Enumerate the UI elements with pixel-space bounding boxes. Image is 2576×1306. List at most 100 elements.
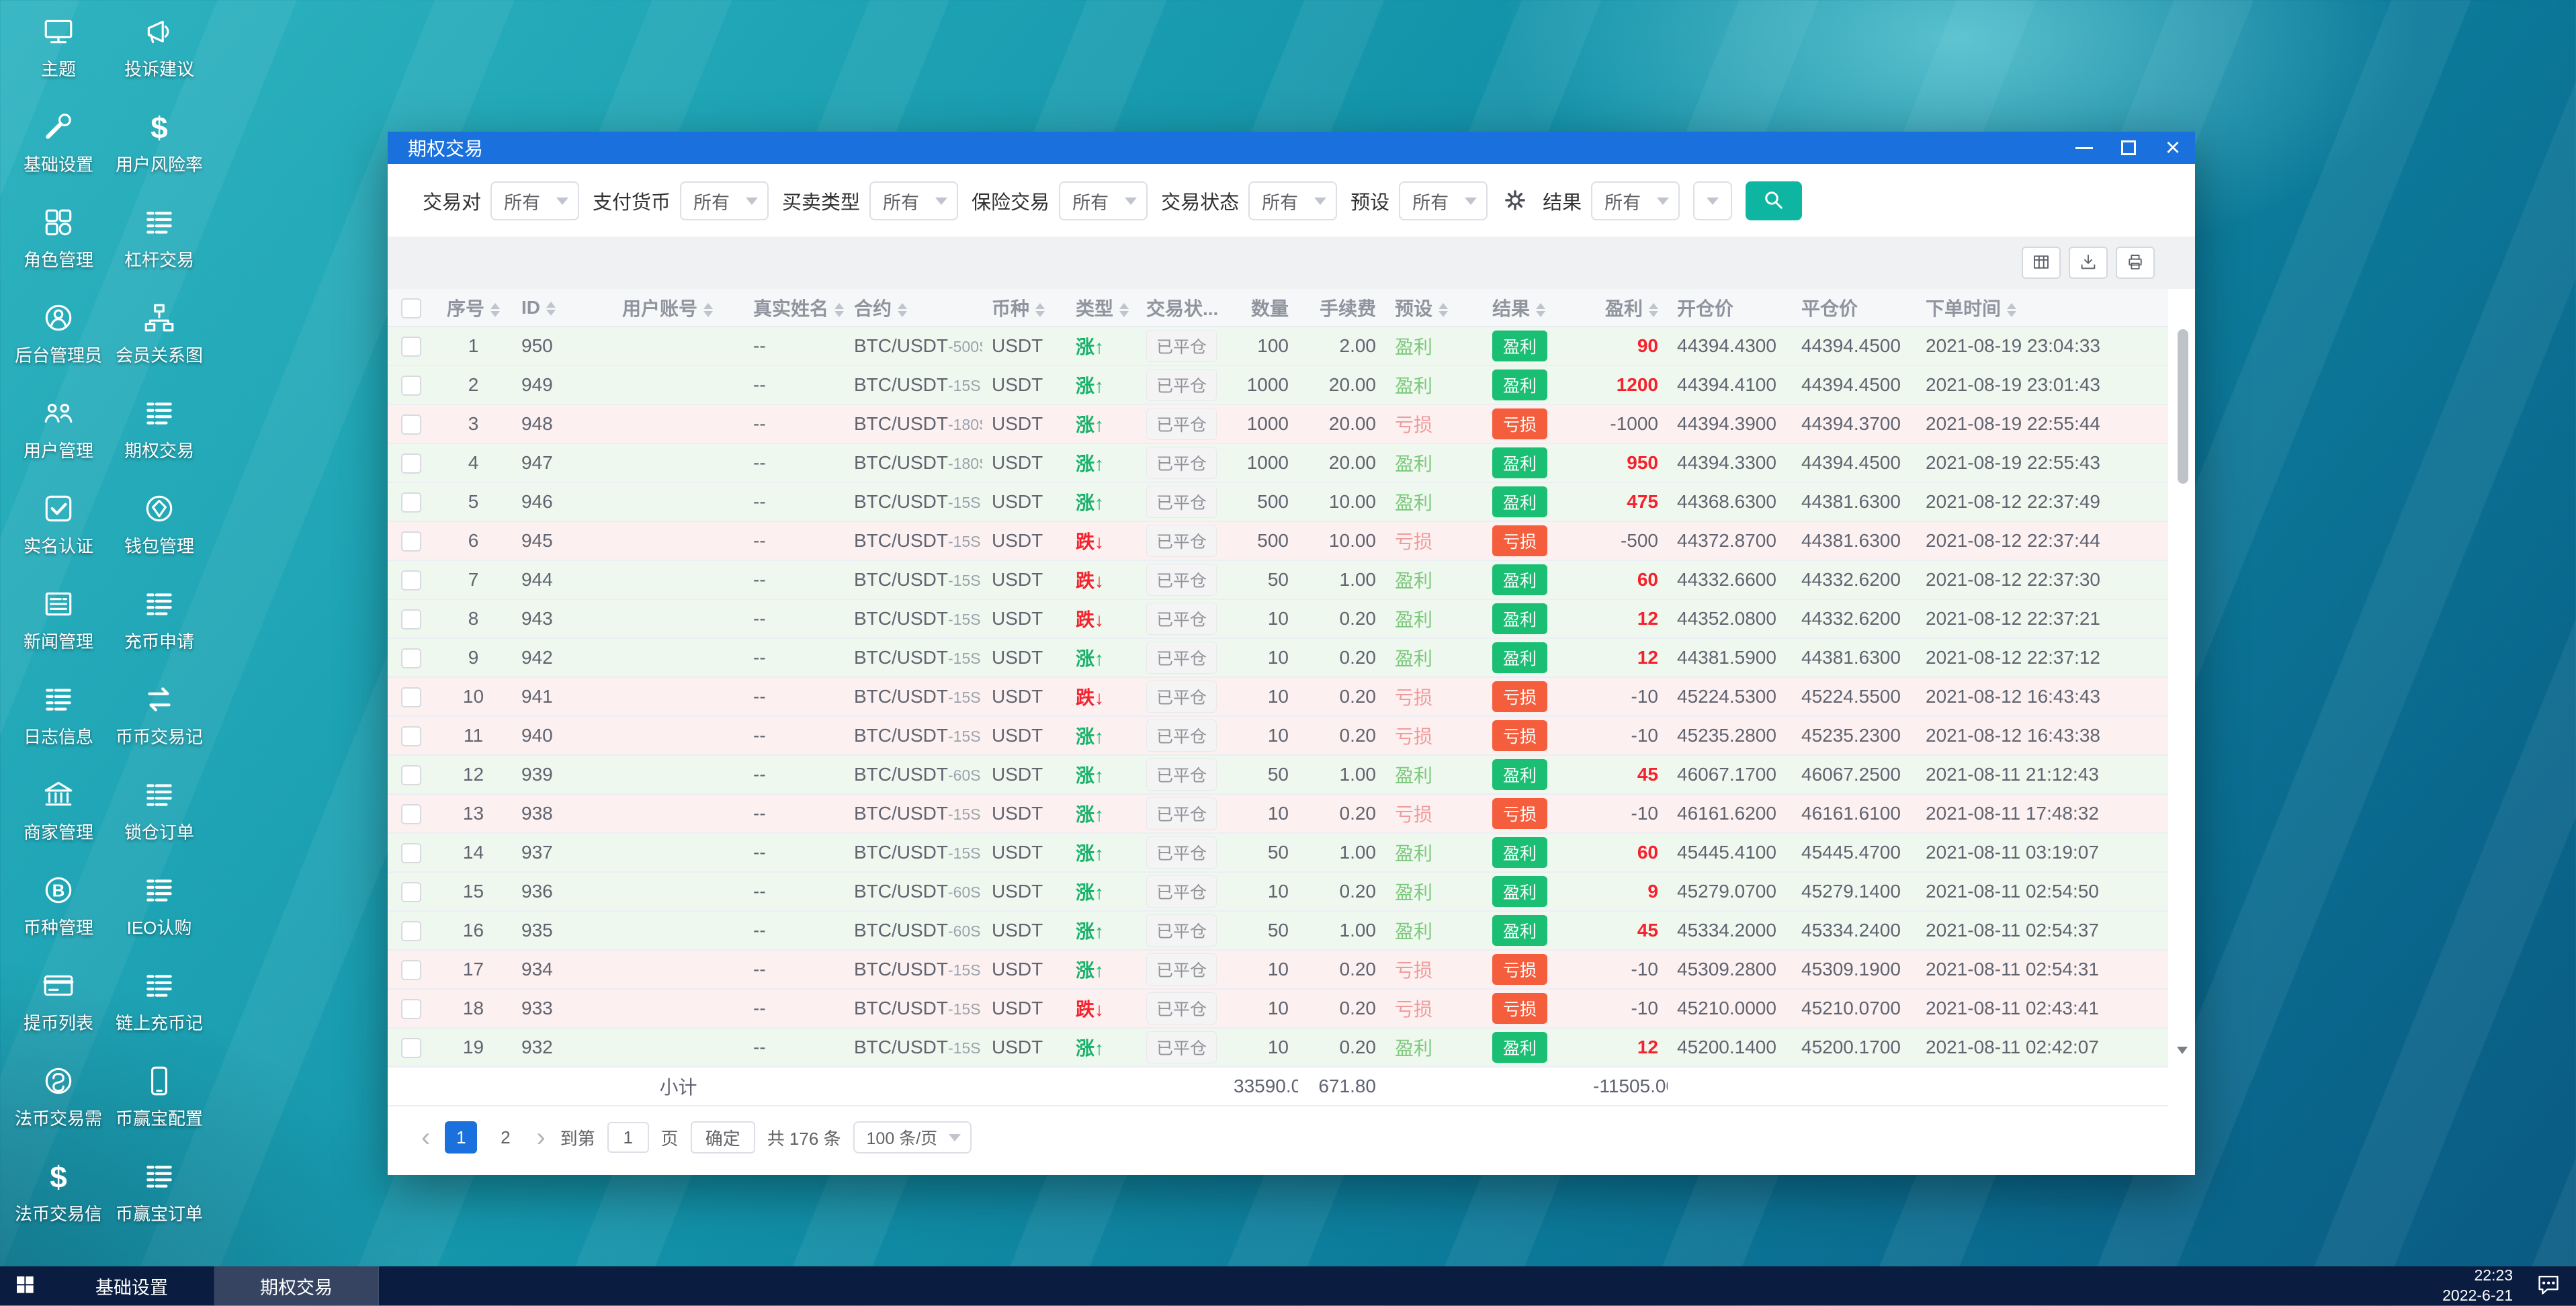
filter-select-insurance[interactable]: 所有 [1059, 181, 1148, 220]
close-button[interactable]: × [2151, 132, 2195, 164]
desktop-shortcut[interactable]: 期权交易 [109, 395, 210, 490]
row-checkbox[interactable] [401, 376, 421, 396]
filter-settings-button[interactable] [1501, 186, 1529, 216]
row-checkbox[interactable] [401, 453, 421, 474]
chat-button[interactable] [2536, 1272, 2561, 1301]
sort-icon[interactable] [1119, 302, 1129, 317]
desktop-shortcut[interactable]: 日志信息 [8, 681, 109, 777]
row-checkbox[interactable] [401, 843, 421, 864]
confirm-button[interactable]: 确定 [690, 1121, 755, 1153]
table-row[interactable]: 10 941 -- BTC/USDT-15S USDT 跌↓ 已平仓 10 0.20 亏损 亏损 -1… [388, 677, 2168, 717]
desktop-shortcut[interactable]: 锁仓订单 [109, 777, 210, 872]
minimize-button[interactable] [2062, 132, 2106, 164]
table-row[interactable]: 1950--BTC/USDT-500SUSDT涨↑已平仓1002.00盈利盈利9… [388, 326, 2168, 366]
sort-icon[interactable] [1536, 302, 1546, 317]
goto-page-input[interactable] [607, 1122, 649, 1153]
row-checkbox[interactable] [401, 415, 421, 435]
column-header-currency[interactable]: 币种 [982, 289, 1066, 327]
filter-select-pay-currency[interactable]: 所有 [680, 181, 769, 220]
sort-icon[interactable] [1035, 302, 1045, 317]
row-checkbox[interactable] [401, 804, 421, 825]
row-checkbox[interactable] [401, 609, 421, 630]
column-header-amount[interactable]: 数量 [1224, 289, 1298, 327]
scrollbar-thumb[interactable] [2178, 329, 2188, 484]
filter-select-preset[interactable]: 所有 [1399, 181, 1488, 220]
sort-icon[interactable] [834, 302, 845, 317]
desktop-shortcut[interactable]: 提币列表 [8, 967, 109, 1063]
desktop-shortcut[interactable]: 杠杆交易 [109, 204, 210, 300]
row-checkbox[interactable] [401, 921, 421, 942]
desktop-shortcut[interactable]: B 币种管理 [8, 872, 109, 967]
desktop-shortcut[interactable]: 商家管理 [8, 777, 109, 872]
table-row[interactable]: 4947--BTC/USDT-180SUSDT涨↑已平仓100020.00盈利盈… [388, 443, 2168, 483]
column-header-preset[interactable]: 预设 [1385, 289, 1483, 327]
sort-icon[interactable] [1649, 302, 1658, 317]
prev-page-button[interactable]: ‹ [419, 1124, 433, 1151]
table-row[interactable]: 11 940 -- BTC/USDT-15S USDT 涨↑ 已平仓 10 0.20 亏损 亏损 -1… [388, 716, 2168, 756]
column-header-seq[interactable]: 序号 [435, 289, 512, 327]
sort-icon[interactable] [2007, 302, 2017, 317]
desktop-shortcut[interactable]: 链上充币记 [109, 967, 210, 1063]
table-row[interactable]: 8 943 -- BTC/USDT-15S USDT 跌↓ 已平仓 10 0.20 盈利 盈利 12 4… [388, 599, 2168, 639]
column-header-open_price[interactable]: 开仓价 [1668, 289, 1792, 327]
row-checkbox[interactable] [401, 531, 421, 552]
window-titlebar[interactable]: 期权交易 × [388, 132, 2195, 164]
desktop-shortcut[interactable]: 后台管理员 [8, 300, 109, 395]
desktop-shortcut[interactable]: 投诉建议 [109, 13, 210, 109]
sort-icon[interactable] [703, 302, 714, 317]
next-page-button[interactable]: › [533, 1124, 548, 1151]
column-header-result[interactable]: 结果 [1483, 289, 1584, 327]
row-checkbox[interactable] [401, 765, 421, 786]
row-checkbox[interactable] [401, 882, 421, 903]
export-button[interactable] [2069, 247, 2108, 279]
print-button[interactable] [2116, 247, 2155, 279]
table-row[interactable]: 9 942 -- BTC/USDT-15S USDT 涨↑ 已平仓 10 0.20 盈利 盈利 12 4… [388, 638, 2168, 678]
taskbar-item[interactable]: 基础设置 [50, 1266, 214, 1305]
column-header-close_price[interactable]: 平仓价 [1792, 289, 1916, 327]
row-checkbox[interactable] [401, 960, 421, 981]
table-row[interactable]: 13 938 -- BTC/USDT-15S USDT 涨↑ 已平仓 10 0.20 亏损 亏损 -1… [388, 794, 2168, 834]
filter-select-pair[interactable]: 所有 [490, 181, 580, 220]
sort-icon[interactable] [1439, 302, 1449, 317]
desktop-shortcut[interactable]: 币币交易记 [109, 681, 210, 777]
column-header-profit[interactable]: 盈利 [1584, 289, 1668, 327]
filter-select-side-type[interactable]: 所有 [869, 181, 959, 220]
desktop-shortcut[interactable]: 主题 [8, 13, 109, 109]
column-header-id[interactable]: ID [512, 289, 613, 327]
table-row[interactable]: 16 935 -- BTC/USDT-60S USDT 涨↑ 已平仓 50 1.00 盈利 盈利 45… [388, 911, 2168, 951]
row-checkbox[interactable] [401, 570, 421, 591]
desktop-shortcut[interactable]: 基础设置 [8, 109, 109, 204]
sort-icon[interactable] [490, 302, 500, 317]
page-button-1[interactable]: 1 [445, 1121, 478, 1153]
table-row[interactable]: 19 932 -- BTC/USDT-15S USDT 涨↑ 已平仓 10 0.20 盈利 盈利 12… [388, 1028, 2168, 1068]
desktop-shortcut[interactable]: 实名认证 [8, 490, 109, 586]
table-row[interactable]: 7 944 -- BTC/USDT-15S USDT 跌↓ 已平仓 50 1.00 盈利 盈利 60 4… [388, 560, 2168, 600]
desktop-shortcut[interactable]: 角色管理 [8, 204, 109, 300]
row-checkbox[interactable] [401, 999, 421, 1020]
page-size-select[interactable]: 100 条/页 [853, 1121, 972, 1153]
row-checkbox[interactable] [401, 648, 421, 669]
desktop-shortcut[interactable]: $ 法币交易信 [8, 1158, 109, 1254]
table-row[interactable]: 12 939 -- BTC/USDT-60S USDT 涨↑ 已平仓 50 1.00 盈利 盈利 45… [388, 755, 2168, 795]
table-row[interactable]: 2 949 -- BTC/USDT-15S USDT 涨↑ 已平仓 1000 20.00 盈利 盈利… [388, 365, 2168, 405]
desktop-shortcut[interactable]: 币赢宝订单 [109, 1158, 210, 1254]
sort-icon[interactable] [898, 302, 908, 317]
desktop-shortcut[interactable]: 钱包管理 [109, 490, 210, 586]
table-columns-button[interactable] [2022, 247, 2061, 279]
desktop-shortcut[interactable]: 会员关系图 [109, 300, 210, 395]
start-button[interactable] [0, 1266, 50, 1305]
page-button-2[interactable]: 2 [489, 1121, 521, 1153]
table-row[interactable]: 5 946 -- BTC/USDT-15S USDT 涨↑ 已平仓 500 10.00 盈利 盈利 4… [388, 482, 2168, 522]
row-checkbox[interactable] [401, 1038, 421, 1059]
more-filters-toggle[interactable] [1693, 181, 1733, 220]
column-header-type[interactable]: 类型 [1066, 289, 1137, 327]
filter-select-result[interactable]: 所有 [1591, 181, 1680, 220]
taskbar-clock[interactable]: 22:23 2022-6-21 [2442, 1266, 2513, 1306]
table-row[interactable]: 3948--BTC/USDT-180SUSDT涨↑已平仓100020.00亏损亏… [388, 404, 2168, 444]
column-header-contract[interactable]: 合约 [845, 289, 982, 327]
table-row[interactable]: 15 936 -- BTC/USDT-60S USDT 涨↑ 已平仓 10 0.20 盈利 盈利 9 4… [388, 872, 2168, 912]
table-row[interactable]: 6 945 -- BTC/USDT-15S USDT 跌↓ 已平仓 500 10.00 亏损 亏损 -… [388, 521, 2168, 561]
column-header-fee[interactable]: 手续费 [1298, 289, 1385, 327]
maximize-button[interactable] [2106, 132, 2151, 164]
taskbar-item[interactable]: 期权交易 [214, 1266, 379, 1305]
